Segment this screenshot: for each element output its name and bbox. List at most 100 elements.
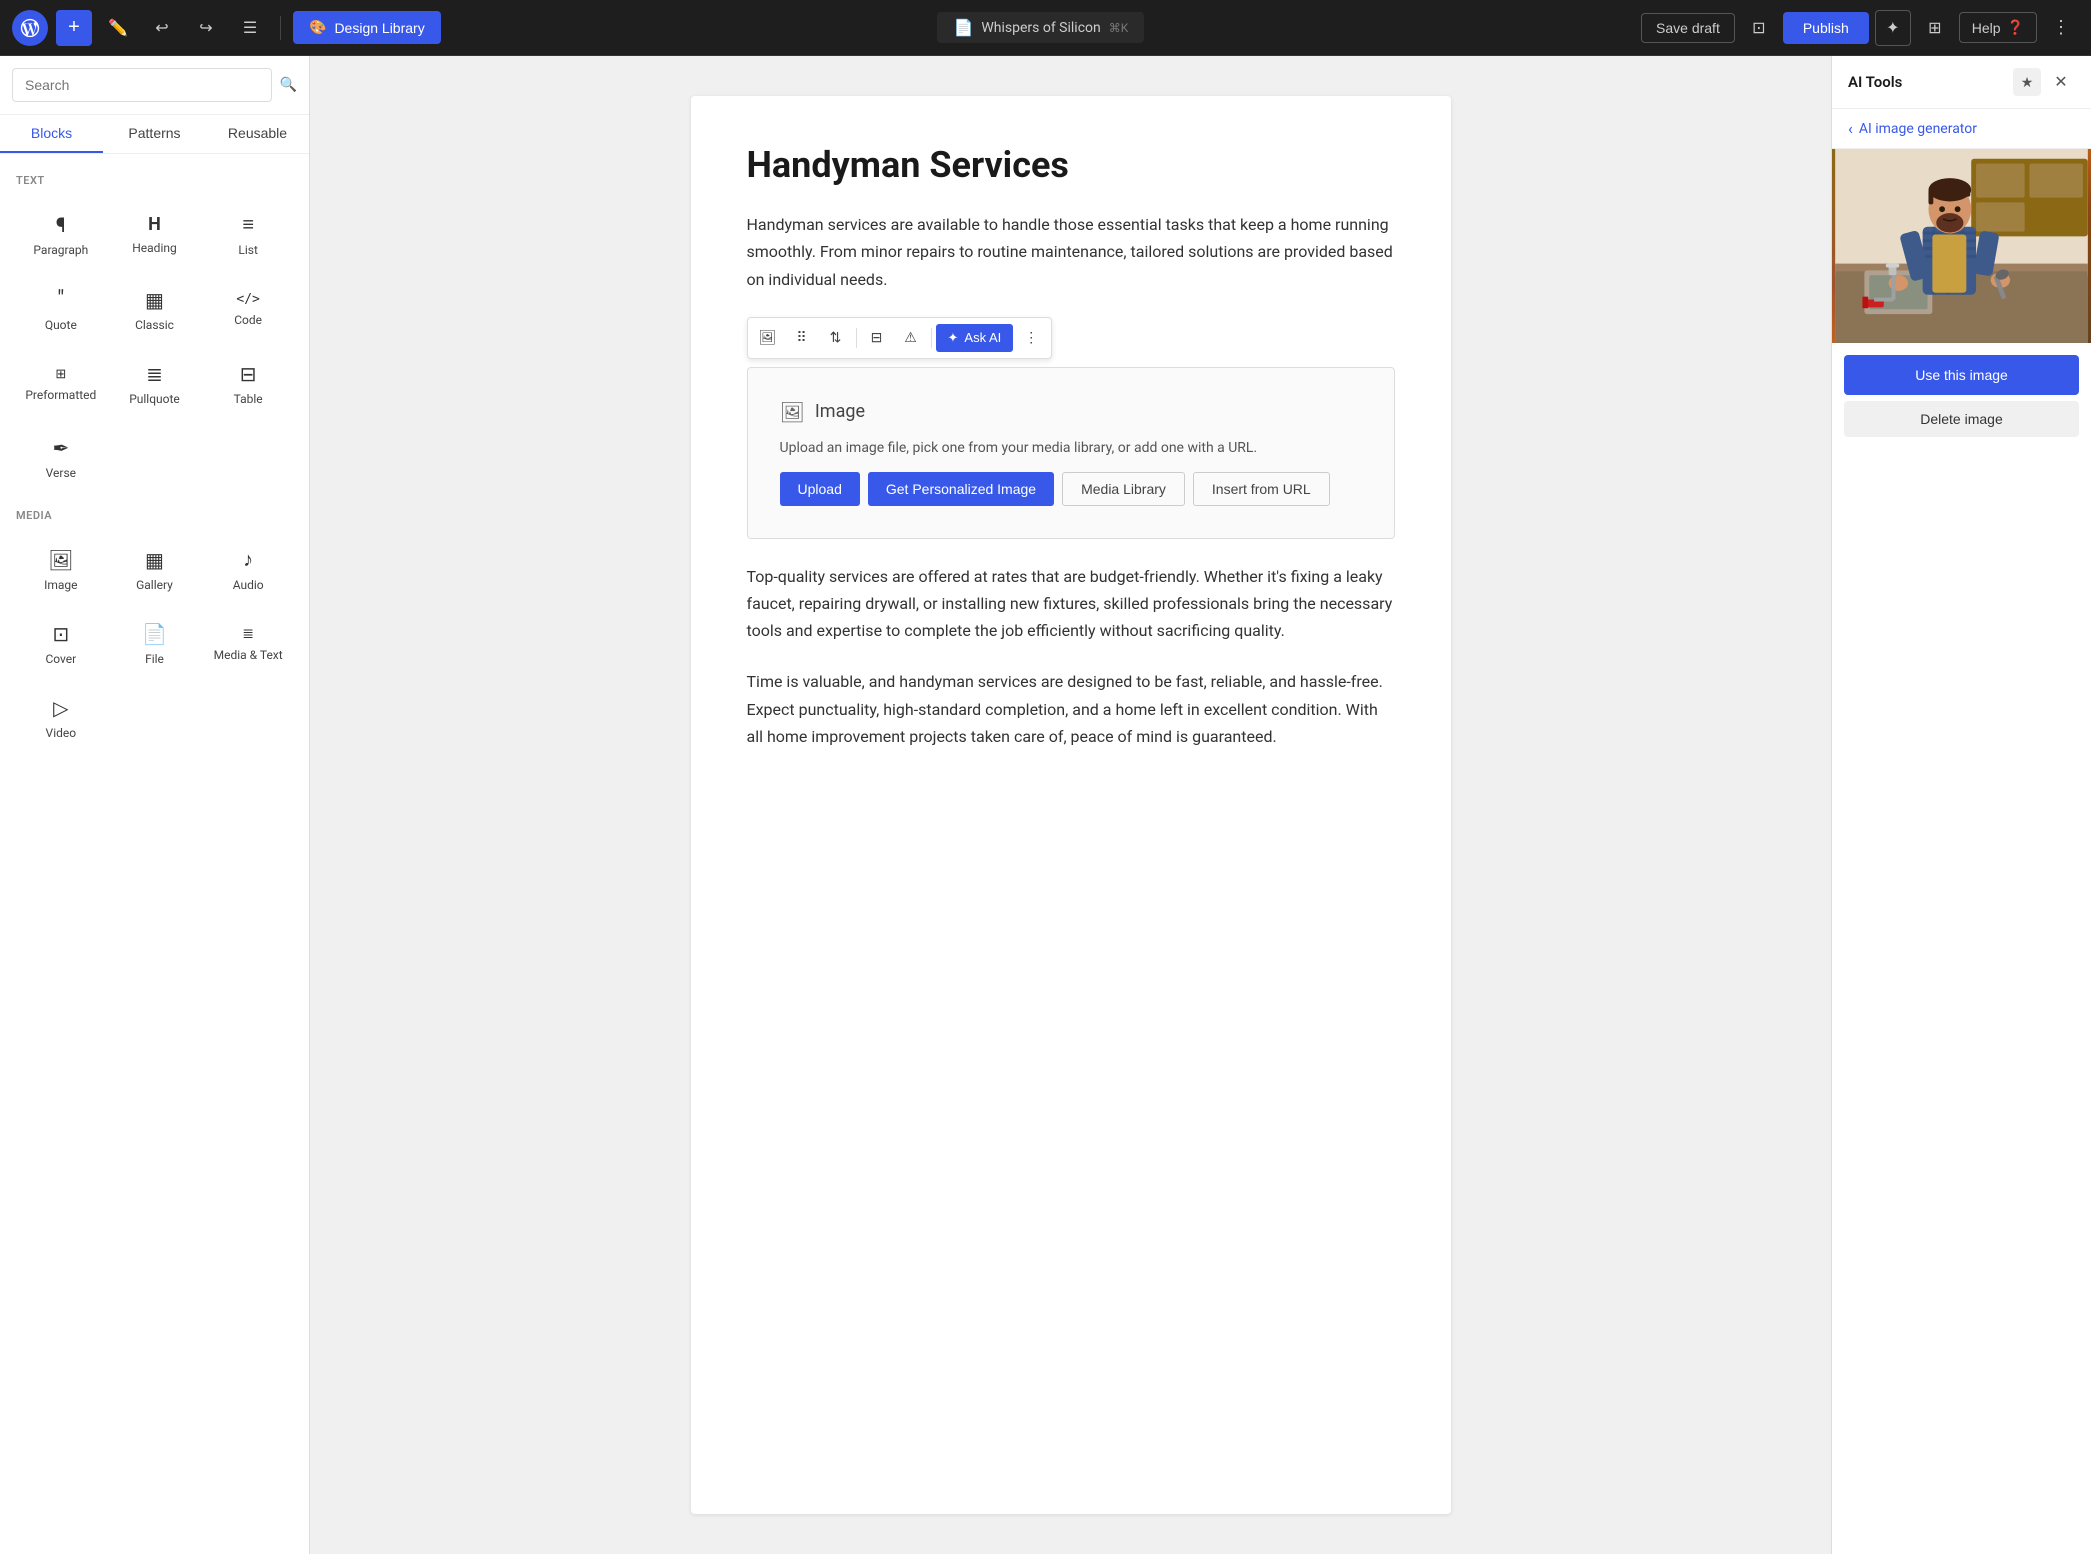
block-video[interactable]: ▷ Video [16, 683, 106, 753]
edit-tool-button[interactable]: ✏️ [100, 10, 136, 46]
ask-ai-button[interactable]: ✦ Ask AI [936, 324, 1014, 352]
main-layout: 🔍 Blocks Patterns Reusable TEXT ¶ Paragr… [0, 56, 2091, 1554]
ai-image-generator-label: AI image generator [1859, 121, 1977, 137]
ai-image-preview [1832, 149, 2091, 343]
media-text-icon: ≣ [242, 626, 254, 642]
block-classic[interactable]: ▦ Classic [110, 274, 200, 345]
panel-toggle-button[interactable]: ⊞ [1917, 10, 1953, 46]
quote-icon: " [57, 287, 64, 312]
block-quote[interactable]: " Quote [16, 274, 106, 345]
post-paragraph-1[interactable]: Handyman services are available to handl… [747, 211, 1395, 293]
ai-panel: AI Tools ★ ✕ ‹ AI image generator [1831, 56, 2091, 1554]
classic-icon: ▦ [145, 288, 164, 312]
list-label: List [238, 243, 258, 257]
block-cover[interactable]: ⊡ Cover [16, 609, 106, 679]
design-library-label: Design Library [334, 20, 424, 36]
get-personalized-image-button[interactable]: Get Personalized Image [868, 472, 1054, 506]
image-tool-button[interactable]: 🖼 [752, 322, 784, 354]
ai-panel-star-button[interactable]: ★ [2013, 68, 2041, 96]
file-icon: 📄 [142, 622, 167, 646]
block-list[interactable]: ≡ List [203, 199, 293, 270]
cover-label: Cover [45, 652, 76, 666]
block-verse[interactable]: ✒ Verse [16, 423, 106, 493]
list-view-button[interactable]: ☰ [232, 10, 268, 46]
sidebar-tabs: Blocks Patterns Reusable [0, 115, 309, 154]
post-paragraph-3[interactable]: Time is valuable, and handyman services … [747, 668, 1395, 750]
heading-icon: H [148, 214, 161, 235]
more-options-button[interactable]: ⋮ [2043, 10, 2079, 46]
table-label: Table [234, 392, 263, 406]
more-block-options-button[interactable]: ⋮ [1015, 322, 1047, 354]
publish-button[interactable]: Publish [1783, 12, 1869, 44]
image-block-header: 🖼 Image [780, 400, 866, 424]
image-block: 🖼 Image Upload an image file, pick one f… [747, 367, 1395, 539]
design-library-button[interactable]: 🎨 Design Library [293, 11, 441, 44]
toolbar-divider-1 [856, 328, 857, 348]
paragraph-label: Paragraph [33, 243, 88, 257]
ai-sparkle-button[interactable]: ✦ [1875, 10, 1911, 46]
upload-button[interactable]: Upload [780, 472, 860, 506]
block-paragraph[interactable]: ¶ Paragraph [16, 199, 106, 270]
redo-button[interactable]: ↪ [188, 10, 224, 46]
save-draft-button[interactable]: Save draft [1641, 13, 1735, 43]
insert-from-url-button[interactable]: Insert from URL [1193, 472, 1330, 506]
post-paragraph-2[interactable]: Top-quality services are offered at rate… [747, 563, 1395, 645]
move-up-down-button[interactable]: ⇅ [820, 322, 852, 354]
block-code[interactable]: </> Code [203, 274, 293, 345]
search-input[interactable] [12, 68, 272, 102]
media-section-label: MEDIA [16, 509, 293, 522]
block-toolbar: 🖼 ⠿ ⇅ ⊟ ⚠ ✦ Ask AI ⋮ [747, 317, 1053, 359]
block-file[interactable]: 📄 File [110, 609, 200, 679]
use-image-button[interactable]: Use this image [1844, 355, 2079, 395]
content-area: Handyman Services Handyman services are … [310, 56, 1831, 1554]
design-library-icon: 🎨 [309, 19, 326, 36]
align-button[interactable]: ⊟ [861, 322, 893, 354]
help-icon: ❓ [2007, 19, 2024, 36]
ai-panel-close-button[interactable]: ✕ [2047, 68, 2075, 96]
post-title-bar[interactable]: 📄 Whispers of Silicon ⌘K [937, 12, 1144, 43]
heading-label: Heading [132, 241, 177, 255]
add-block-button[interactable]: + [56, 10, 92, 46]
sidebar-search-container: 🔍 [0, 56, 309, 115]
ai-panel-body: Use this image Delete image [1832, 149, 2091, 1554]
image-block-label: Image [44, 578, 77, 592]
pullquote-label: Pullquote [129, 392, 180, 406]
ai-panel-title-row: AI Tools [1848, 73, 1902, 91]
wp-logo[interactable] [12, 10, 48, 46]
editor-canvas: Handyman Services Handyman services are … [691, 96, 1451, 1514]
media-library-button[interactable]: Media Library [1062, 472, 1185, 506]
view-mode-button[interactable]: ⊡ [1741, 10, 1777, 46]
ai-panel-title: AI Tools [1848, 73, 1902, 91]
block-gallery[interactable]: ▦ Gallery [110, 534, 200, 605]
sidebar: 🔍 Blocks Patterns Reusable TEXT ¶ Paragr… [0, 56, 310, 1554]
block-preformatted[interactable]: ⊞ Preformatted [16, 349, 106, 419]
preformatted-label: Preformatted [25, 388, 96, 402]
ask-ai-label: Ask AI [964, 330, 1001, 345]
media-blocks-grid: 🖼 Image ▦ Gallery ♪ Audio ⊡ Cover 📄 [16, 534, 293, 753]
image-block-icon: 🖼 [48, 548, 73, 572]
delete-image-button[interactable]: Delete image [1844, 401, 2079, 437]
help-button[interactable]: Help ❓ [1959, 12, 2037, 43]
block-image[interactable]: 🖼 Image [16, 534, 106, 605]
tab-patterns[interactable]: Patterns [103, 115, 206, 153]
ai-panel-back[interactable]: ‹ AI image generator [1832, 109, 2091, 149]
tab-reusable[interactable]: Reusable [206, 115, 309, 153]
block-pullquote[interactable]: ≣ Pullquote [110, 349, 200, 419]
image-block-title: Image [815, 401, 865, 422]
block-media-text[interactable]: ≣ Media & Text [203, 609, 293, 679]
drag-handle-button[interactable]: ⠿ [786, 322, 818, 354]
block-table[interactable]: ⊟ Table [203, 349, 293, 419]
search-icon[interactable]: 🔍 [280, 77, 297, 93]
ai-panel-header-actions: ★ ✕ [2013, 68, 2075, 96]
table-icon: ⊟ [240, 362, 257, 386]
post-title[interactable]: Handyman Services [747, 144, 1395, 187]
undo-button[interactable]: ↩ [144, 10, 180, 46]
warning-button[interactable]: ⚠ [895, 322, 927, 354]
back-arrow-icon: ‹ [1848, 119, 1853, 138]
handyman-image [1832, 149, 2091, 343]
block-heading[interactable]: H Heading [110, 199, 200, 270]
block-audio[interactable]: ♪ Audio [203, 534, 293, 605]
tab-blocks[interactable]: Blocks [0, 115, 103, 153]
code-icon: </> [236, 292, 259, 307]
paragraph-icon: ¶ [56, 213, 66, 237]
